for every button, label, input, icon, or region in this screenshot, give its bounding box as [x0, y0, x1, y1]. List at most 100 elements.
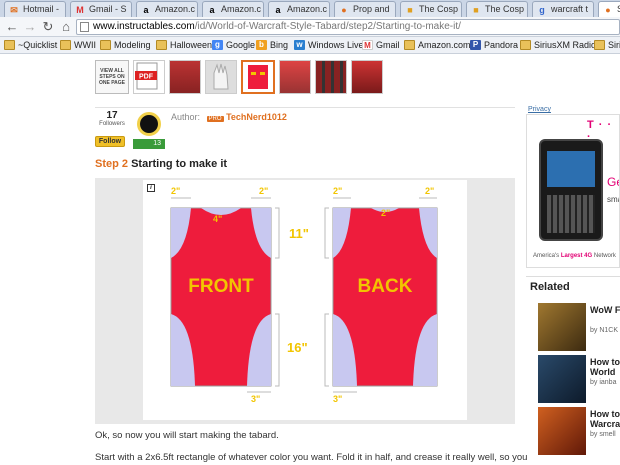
page-icon: [80, 22, 89, 32]
related-item[interactable]: How to Warcra by smell: [538, 407, 620, 455]
bookmark-pandora[interactable]: P Pandora: [470, 39, 518, 52]
author-box: 17 Followers Follow 13 Author: PRO TechN…: [95, 107, 515, 151]
related-thumbnail[interactable]: [538, 355, 586, 403]
phone-keyboard: [547, 195, 595, 233]
related-title[interactable]: How to World: [590, 357, 620, 377]
bookmark-modeling[interactable]: Modeling: [100, 39, 151, 52]
related-thumbnail[interactable]: [538, 407, 586, 455]
dimension-label: 2": [333, 186, 342, 196]
bookmark-bing[interactable]: b Bing: [256, 39, 288, 52]
dimension-label: 16": [287, 340, 308, 355]
bookmark-quicklist[interactable]: ~Quicklist: [4, 39, 57, 52]
info-icon[interactable]: i: [147, 184, 155, 192]
bookmark-wwii[interactable]: WWII: [60, 39, 96, 52]
related-thumbnail[interactable]: [538, 303, 586, 351]
author-line: Author: PRO TechNerd1012: [171, 112, 287, 122]
back-icon[interactable]: ←: [4, 19, 20, 35]
step-image-frame: i FRONT BACK 2" 2" 2" 2" 4" 2" 11" 16" 3…: [95, 178, 515, 424]
related-author[interactable]: by smell: [590, 431, 616, 438]
browser-tab[interactable]: a Amazon.c: [136, 1, 198, 17]
step-paragraph: Start with a 2x6.5ft rectangle of whatev…: [95, 452, 528, 463]
windows-live-icon: w: [294, 40, 305, 50]
related-heading: Related: [530, 281, 570, 293]
bookmarks-bar: ~Quicklist WWII Modeling Halloween g Goo…: [0, 37, 620, 54]
browser-tab[interactable]: M Gmail - S: [70, 1, 132, 17]
bookmark-label: WWII: [74, 40, 96, 50]
step-title: Starting to make it: [131, 158, 228, 170]
ad-headline: Ge: [607, 175, 619, 189]
browser-tab[interactable]: a Amazon.c: [268, 1, 330, 17]
bookmark-label: Pandora: [484, 40, 519, 50]
ad-tagline-post: Network: [593, 253, 616, 259]
tabard-diagram[interactable]: i FRONT BACK 2" 2" 2" 2" 4" 2" 11" 16" 3…: [143, 180, 467, 420]
step-thumbnail-current[interactable]: [241, 60, 275, 94]
view-all-steps-button[interactable]: VIEW ALL STEPS ON ONE PAGE: [95, 60, 129, 94]
address-bar[interactable]: www.instructables.com/id/World-of-Warcra…: [76, 19, 620, 35]
step-thumbnail[interactable]: [351, 60, 383, 94]
bookmark-amazon[interactable]: Amazon.com: [404, 39, 471, 52]
author-name-link[interactable]: TechNerd1012: [226, 112, 287, 122]
browser-tab[interactable]: ■ The Cosp: [400, 1, 462, 17]
folder-icon: [100, 40, 111, 50]
bookmark-label: Amazon.com: [418, 40, 471, 50]
home-icon[interactable]: ⌂: [58, 19, 74, 35]
related-author[interactable]: by N1CK: [590, 327, 618, 334]
ad-privacy-link[interactable]: Privacy: [528, 106, 551, 113]
followers-number: 17: [106, 110, 118, 121]
dimension-label: 4": [213, 214, 222, 224]
step-thumbnail[interactable]: [315, 60, 347, 94]
bookmark-sirius-2[interactable]: Siriu: [594, 39, 620, 52]
patch-badge: 13: [133, 139, 165, 149]
advertisement[interactable]: T · · · Ge sma America's Largest 4G Netw…: [526, 114, 620, 268]
browser-tab[interactable]: g warcraft t: [532, 1, 594, 17]
phone-screen: [547, 151, 595, 187]
dimension-label: 11": [289, 226, 309, 241]
browser-tab[interactable]: ■ The Cosp: [466, 1, 528, 17]
ad-tagline-bold: Largest 4G: [560, 253, 593, 259]
bookmark-label: Modeling: [114, 40, 151, 50]
browser-tab-active[interactable]: ● St: [598, 1, 620, 17]
related-title[interactable]: How to Warcra: [590, 409, 620, 429]
bookmark-google[interactable]: g Google: [212, 39, 255, 52]
step-thumbnail[interactable]: [205, 60, 237, 94]
bookmark-siriusxm[interactable]: SiriusXM Radio: [520, 39, 596, 52]
dimension-label: 2": [171, 186, 180, 196]
search-icon: g: [539, 5, 545, 15]
related-title[interactable]: WoW F: [590, 305, 620, 315]
reload-icon[interactable]: ↻: [40, 19, 56, 35]
pandora-icon: P: [470, 40, 481, 50]
related-author[interactable]: by ianba: [590, 379, 616, 386]
tab-label: The Cosp: [485, 4, 525, 14]
ad-subtext: sma: [607, 195, 619, 204]
folder-icon: [594, 40, 605, 50]
pdf-label: PDF: [139, 74, 154, 81]
related-item[interactable]: WoW F by N1CK: [538, 303, 620, 351]
bookmark-label: Bing: [270, 40, 289, 50]
bookmark-label: Google: [226, 40, 256, 50]
bookmark-windows-live[interactable]: w Windows Live: [294, 39, 364, 52]
followers-count: 17 Followers: [97, 110, 127, 127]
bookmark-halloween[interactable]: Halloween: [156, 39, 212, 52]
gmail-icon: M: [362, 40, 373, 50]
avatar[interactable]: [137, 112, 161, 136]
tab-label: The Cosp: [419, 4, 459, 14]
step-thumbnail[interactable]: [169, 60, 201, 94]
bookmark-gmail[interactable]: M Gmail: [362, 39, 400, 52]
related-item[interactable]: How to World by ianba: [538, 355, 620, 403]
pdf-download-icon[interactable]: PDF: [133, 60, 165, 94]
navigation-toolbar: ← → ↻ ⌂ www.instructables.com/id/World-o…: [0, 17, 620, 37]
step-thumbnail[interactable]: [279, 60, 311, 94]
follow-button[interactable]: Follow: [95, 136, 125, 147]
browser-tab[interactable]: ✉ Hotmail -: [4, 1, 66, 17]
dimension-label: 2": [381, 208, 390, 218]
url-path: /id/World-of-Warcraft-Style-Tabard/step2…: [194, 21, 461, 32]
front-label: FRONT: [188, 276, 254, 297]
browser-tab[interactable]: a Amazon.c: [202, 1, 264, 17]
browser-tab[interactable]: ● Prop and: [334, 1, 396, 17]
bookmark-label: Halloween: [170, 40, 213, 50]
forward-icon[interactable]: →: [22, 19, 38, 35]
bookmark-label: ~Quicklist: [18, 40, 58, 50]
ad-tagline-pre: America's: [533, 253, 560, 259]
gmail-icon: M: [76, 5, 84, 15]
folder-icon: [60, 40, 71, 50]
